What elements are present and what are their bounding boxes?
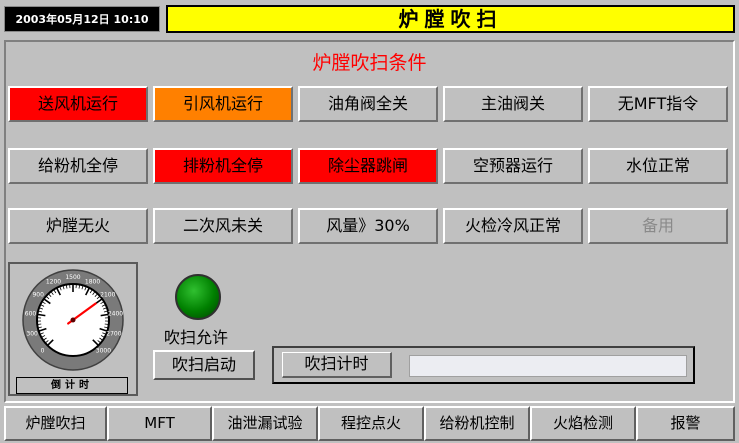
condition-indicator: 除尘器跳闸	[298, 148, 438, 184]
gauge-tick-label: 2100	[100, 292, 115, 299]
condition-indicator: 给粉机全停	[8, 148, 148, 184]
gauge-tick-label: 1500	[65, 274, 80, 281]
nav-button[interactable]: 油泄漏试验	[212, 406, 318, 441]
gauge-label: 倒计时	[16, 377, 128, 394]
gauge-tick-label: 1200	[46, 279, 61, 286]
nav-button[interactable]: 给粉机控制	[424, 406, 530, 441]
gauge-hub	[70, 317, 76, 323]
condition-indicator: 空预器运行	[443, 148, 583, 184]
nav-button[interactable]: 火焰检测	[530, 406, 636, 441]
condition-indicator: 送风机运行	[8, 86, 148, 122]
nav-button[interactable]: 程控点火	[318, 406, 424, 441]
condition-indicator: 水位正常	[588, 148, 728, 184]
datetime-display: 2003年05月12日 10:10	[4, 6, 160, 32]
gauge-tick-label: 2400	[108, 310, 123, 317]
page-title: 炉膛吹扫	[166, 5, 735, 33]
condition-indicator: 排粉机全停	[153, 148, 293, 184]
condition-indicator: 无MFT指令	[588, 86, 728, 122]
condition-indicator: 二次风未关	[153, 208, 293, 244]
gauge-tick-label: 0	[41, 347, 45, 354]
condition-indicator: 炉膛无火	[8, 208, 148, 244]
gauge-tick	[104, 323, 109, 325]
gauge-tick-label: 300	[26, 330, 38, 337]
purge-timer-progress	[409, 355, 687, 377]
nav-button[interactable]: MFT	[107, 406, 212, 441]
gauge-tick-label: 1800	[85, 279, 100, 286]
gauge-tick	[37, 323, 42, 325]
nav-button[interactable]: 报警	[636, 406, 735, 441]
gauge-tick-label: 3000	[96, 347, 111, 354]
purge-timer-label: 吹扫计时	[282, 352, 392, 378]
conditions-title: 炉膛吹扫条件	[312, 52, 427, 74]
purge-allow-label: 吹扫允许	[164, 328, 229, 347]
purge-start-button[interactable]: 吹扫启动	[153, 350, 255, 380]
condition-indicator: 引风机运行	[153, 86, 293, 122]
purge-allow-indicator-icon	[175, 274, 221, 320]
condition-indicator: 火检冷风正常	[443, 208, 583, 244]
condition-indicator: 风量》30%	[298, 208, 438, 244]
condition-indicator: 主油阀关	[443, 86, 583, 122]
gauge-tick-label: 2700	[106, 330, 121, 337]
condition-indicator: 备用	[588, 208, 728, 244]
gauge-tick-label: 600	[25, 310, 37, 317]
gauge-tick-label: 900	[32, 292, 44, 299]
countdown-gauge: 0 300 600 900 1200 1500 1800 2100 2400 2700 3000	[8, 262, 138, 396]
nav-button[interactable]: 炉膛吹扫	[4, 406, 107, 441]
condition-indicator: 油角阀全关	[298, 86, 438, 122]
gauge-dial: 0 300 600 9001200 1500 18002100 2400 2700 3000	[22, 269, 124, 371]
